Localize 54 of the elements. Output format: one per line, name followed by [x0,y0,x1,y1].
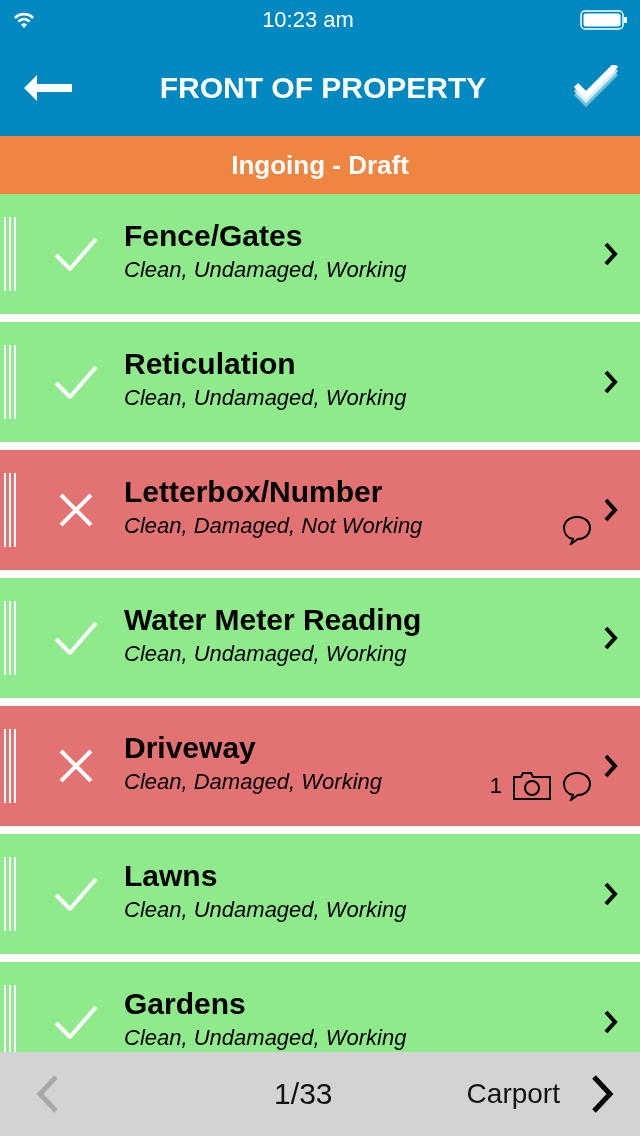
drag-handle-icon [4,217,16,291]
chevron-right-icon [604,242,618,266]
drag-handle-icon [4,729,16,803]
page-title: FRONT OF PROPERTY [159,71,487,105]
item-condition: Clean, Damaged, Not Working [124,513,424,539]
chevron-right-icon [604,626,618,650]
check-icon [54,621,98,655]
next-button[interactable] [590,1075,616,1113]
check-icon [54,877,98,911]
next-section-label: Carport [466,1078,560,1110]
chevron-right-icon [604,754,618,778]
page-counter: 1/33 [273,1077,333,1111]
camera-icon [512,771,552,801]
inspection-row[interactable]: Reticulation Clean, Undamaged, Working [0,322,640,442]
chevron-right-icon [604,370,618,394]
drag-handle-icon [4,857,16,931]
check-icon [54,365,98,399]
battery-icon [580,10,628,30]
item-title: Letterbox/Number [124,475,384,509]
item-condition: Clean, Undamaged, Working [124,641,408,667]
photo-count: 1 [489,773,502,799]
inspection-row[interactable]: Gardens Clean, Undamaged, Working [0,962,640,1052]
back-arrow-icon [24,75,72,101]
drag-handle-icon [4,473,16,547]
item-title: Gardens [124,987,247,1021]
chevron-right-icon [604,498,618,522]
inspection-row[interactable]: Driveway Clean, Damaged, Working 1 [0,706,640,826]
check-icon [54,237,98,271]
status-time: 10:23 am [262,7,354,33]
item-condition: Clean, Undamaged, Working [124,257,408,283]
item-condition: Clean, Undamaged, Working [124,897,408,923]
item-condition: Clean, Undamaged, Working [124,385,408,411]
inspection-row[interactable]: Lawns Clean, Undamaged, Working [0,834,640,954]
item-condition: Clean, Undamaged, Working [124,1025,408,1051]
item-title: Lawns [124,859,219,893]
wifi-icon [12,11,36,29]
item-title: Driveway [124,731,257,765]
drag-handle-icon [4,985,16,1052]
item-condition: Clean, Damaged, Working [124,769,383,795]
drag-handle-icon [4,601,16,675]
inspection-row[interactable]: Fence/Gates Clean, Undamaged, Working [0,194,640,314]
item-title: Reticulation [124,347,297,381]
drag-handle-icon [4,345,16,419]
status-banner: Ingoing - Draft [0,136,640,194]
item-title: Fence/Gates [124,219,304,253]
chevron-right-icon [590,1075,616,1113]
inspection-row[interactable]: Letterbox/Number Clean, Damaged, Not Working [0,450,640,570]
check-icon [54,1005,98,1039]
inspection-row[interactable]: Water Meter Reading Clean, Undamaged, Working [0,578,640,698]
item-title: Water Meter Reading [124,603,423,637]
chevron-left-icon [34,1075,60,1113]
chevron-right-icon [604,882,618,906]
back-button[interactable] [24,75,72,101]
chevron-right-icon [604,1010,618,1034]
